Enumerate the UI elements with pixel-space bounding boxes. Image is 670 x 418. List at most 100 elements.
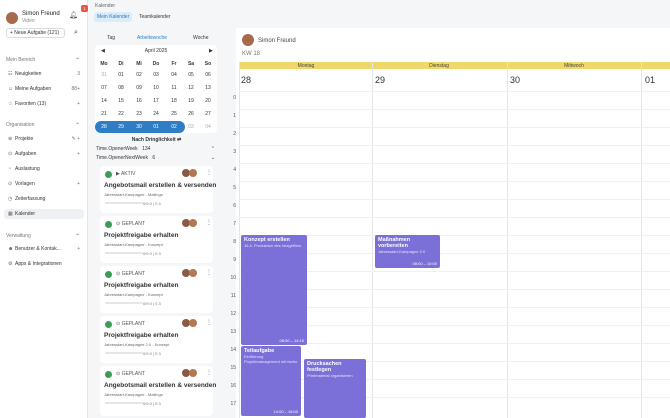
day-cell[interactable]: 31 [95, 72, 113, 78]
more-icon[interactable]: ⋮ [206, 169, 212, 176]
sidebar-item-benutzer[interactable]: ☻ Benutzer & Kontak... + [8, 244, 80, 254]
day-cell[interactable]: 16 [130, 98, 148, 104]
section-organisation[interactable]: Organisation ⌃ [6, 122, 80, 129]
day-cell[interactable]: 23 [130, 111, 148, 117]
calendar-event[interactable]: Maßnahmen vorbereiten Jahresstart-Kampag… [375, 235, 440, 268]
pencil-icon[interactable] [105, 271, 112, 278]
task-card[interactable]: ▶ AKTIV ⋮ Angebotsmail erstellen & verse… [100, 166, 216, 213]
group-header[interactable]: Time.OpenerNextWeek 6 ⌄ [96, 155, 217, 161]
pencil-icon[interactable] [105, 321, 112, 328]
plus-icon[interactable]: ✎ + [72, 134, 81, 144]
day-cell[interactable]: 30 [130, 124, 148, 130]
day-cell[interactable]: 06 [199, 72, 217, 78]
task-title[interactable]: Angebotsmail erstellen & versenden [104, 182, 216, 189]
status-badge[interactable]: ⊙ GEPLANT [116, 271, 145, 277]
search-icon[interactable]: ⌕ [71, 28, 81, 38]
task-title[interactable]: Projektfreigabe erhalten [104, 232, 178, 239]
chevron-down-icon[interactable]: ⌄ [211, 155, 215, 161]
plus-icon[interactable]: + [77, 244, 80, 254]
sidebar-item-kalender[interactable]: ▦ Kalender [4, 209, 84, 219]
more-icon[interactable]: ⋮ [206, 319, 212, 326]
tab-woche[interactable]: Woche [193, 35, 208, 41]
day-cell[interactable]: 13 [199, 85, 217, 91]
chevron-up-icon[interactable]: ⌃ [75, 57, 80, 64]
day-cell[interactable]: 20 [199, 98, 217, 104]
day-cell[interactable]: 25 [165, 111, 183, 117]
group-by-toggle[interactable]: Nach Dringlichkeit ⇄ [96, 137, 217, 143]
calendar-week-row[interactable]: 14 15 16 17 18 19 20 [95, 95, 217, 107]
sidebar-item-apps[interactable]: ⚙ Apps & Integrationen [8, 259, 80, 269]
day-cell[interactable]: 03 [147, 72, 165, 78]
day-cell[interactable]: 09 [130, 85, 148, 91]
calendar-event[interactable]: Drucksachen festlegen Printmaterial orga… [304, 359, 366, 418]
day-cell[interactable]: 04 [165, 72, 183, 78]
sidebar-item-projekte[interactable]: ⊕ Projekte ✎ + [8, 134, 80, 144]
sidebar-item-vorlagen[interactable]: ⊙ Vorlagen + [8, 179, 80, 189]
day-cell[interactable]: 15 [112, 98, 130, 104]
pencil-icon[interactable] [105, 171, 112, 178]
chevron-up-icon[interactable]: ⌃ [211, 146, 215, 152]
new-task-button[interactable]: + Neue Aufgabe (121) [6, 28, 65, 38]
bell-icon[interactable]: 🔔︎ [69, 11, 79, 21]
calendar-week-row-selected[interactable]: 28 29 30 01 02 [95, 121, 185, 133]
status-badge[interactable]: ⊙ GEPLANT [116, 321, 145, 327]
calendar-week-row[interactable]: 31 01 02 03 04 05 06 [95, 69, 217, 81]
group-header[interactable]: Time.OpenerWeek 134 ⌃ [96, 146, 217, 152]
task-card[interactable]: ⊙ GEPLANT ⋮ Projektfreigabe erhalten Jah… [100, 216, 213, 263]
calendar-event[interactable]: Teilaufgabe Einführung Projektmanagement… [241, 346, 301, 416]
day-cell[interactable]: 03 [182, 124, 200, 130]
task-title[interactable]: Projektfreigabe erhalten [104, 332, 178, 339]
sidebar-item-meine-aufgaben[interactable]: ☺ Meine Aufgaben 88+ [8, 84, 80, 94]
day-cell[interactable]: 01 [147, 124, 165, 130]
day-cell[interactable]: 07 [95, 85, 113, 91]
day-cell[interactable]: 12 [182, 85, 200, 91]
day-cell[interactable]: 10 [147, 85, 165, 91]
task-card[interactable]: ⊙ GEPLANT ⋮ Angebotsmail erstellen & ver… [100, 366, 216, 416]
status-badge[interactable]: ▶ AKTIV [116, 171, 135, 177]
day-cell[interactable]: 18 [165, 98, 183, 104]
chevron-up-icon[interactable]: ⌃ [75, 233, 80, 240]
section-mein-bereich[interactable]: Mein Bereich ⌃ [6, 57, 80, 64]
next-month-icon[interactable]: ▶ [209, 48, 213, 54]
sidebar-item-auslastung[interactable]: ◔ Auslastung [8, 164, 80, 174]
day-cell[interactable]: 17 [147, 98, 165, 104]
day-cell[interactable]: 24 [147, 111, 165, 117]
day-cell[interactable]: 04 [199, 124, 217, 130]
day-date[interactable]: 29 [375, 75, 385, 85]
chevron-up-icon[interactable]: ⌃ [75, 122, 80, 129]
pencil-icon[interactable] [105, 371, 112, 378]
status-badge[interactable]: ⊙ GEPLANT [116, 371, 145, 377]
plus-icon[interactable]: + [77, 149, 80, 159]
sidebar-item-zeiterfassung[interactable]: ◷ Zeiterfassung [8, 194, 80, 204]
status-badge[interactable]: ⊙ GEPLANT [116, 221, 145, 227]
plus-icon[interactable]: + [77, 179, 80, 189]
tab-tag[interactable]: Tag [107, 35, 115, 41]
day-cell[interactable]: 01 [112, 72, 130, 78]
day-cell[interactable]: 28 [95, 124, 113, 130]
calendar-event[interactable]: Konzept erstellen 16.4. Produktion des I… [241, 235, 307, 345]
section-verwaltung[interactable]: Verwaltung ⌃ [6, 233, 80, 240]
day-cell[interactable]: 05 [182, 72, 200, 78]
day-cell[interactable]: 08 [112, 85, 130, 91]
day-date[interactable]: 30 [510, 75, 520, 85]
pencil-icon[interactable] [105, 221, 112, 228]
tab-teamkalender[interactable]: Teamkalender [136, 12, 173, 22]
day-cell[interactable]: 14 [95, 98, 113, 104]
day-cell[interactable]: 29 [112, 124, 130, 130]
day-cell[interactable]: 26 [182, 111, 200, 117]
day-date[interactable]: 28 [241, 75, 251, 85]
task-title[interactable]: Angebotsmail erstellen & versenden [104, 382, 216, 389]
more-icon[interactable]: ⋮ [206, 369, 212, 376]
calendar-week-row[interactable]: 07 08 09 10 11 12 13 [95, 82, 217, 94]
task-card[interactable]: ⊙ GEPLANT ⋮ Projektfreigabe erhalten Jah… [100, 316, 213, 363]
task-title[interactable]: Projektfreigabe erhalten [104, 282, 178, 289]
more-icon[interactable]: ⋮ [206, 269, 212, 276]
day-cell[interactable]: 27 [199, 111, 217, 117]
plus-icon[interactable]: + [77, 99, 80, 109]
sidebar-item-neuigkeiten[interactable]: ☷ Neuigkeiten 3 [8, 69, 80, 79]
day-date[interactable]: 01 [645, 75, 655, 85]
day-cell[interactable]: 19 [182, 98, 200, 104]
more-icon[interactable]: ⋮ [206, 219, 212, 226]
tab-arbeitswoche[interactable]: Arbeitswoche [137, 35, 167, 41]
day-cell[interactable]: 11 [165, 85, 183, 91]
